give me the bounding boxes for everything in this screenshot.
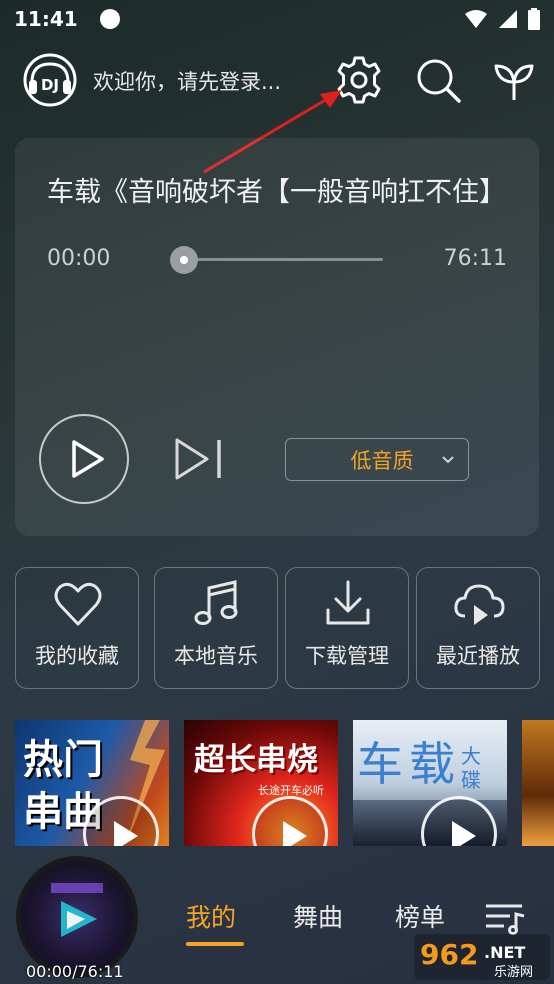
total-time: 76:11 bbox=[443, 246, 507, 271]
favorites-button[interactable]: 我的收藏 bbox=[15, 567, 139, 689]
svg-text:DJ: DJ bbox=[41, 76, 59, 94]
play-button[interactable] bbox=[39, 414, 129, 504]
current-time: 00:00 bbox=[47, 246, 111, 271]
banner-car-disc[interactable]: 车载 大碟 bbox=[353, 720, 507, 846]
cloud-play-icon bbox=[454, 584, 505, 625]
tab-active-underline bbox=[186, 942, 244, 946]
download-icon bbox=[326, 580, 370, 625]
playlist-menu-icon[interactable] bbox=[484, 902, 526, 936]
banner-hot-mix[interactable]: 热门串曲 bbox=[15, 720, 169, 846]
tab-dance[interactable]: 舞曲 bbox=[293, 898, 343, 934]
recent-plays-button[interactable]: 最近播放 bbox=[416, 567, 540, 689]
svg-text:962: 962 bbox=[420, 938, 478, 971]
sprout-icon[interactable] bbox=[488, 54, 540, 106]
tab-mine[interactable]: 我的 bbox=[186, 898, 236, 934]
next-track-icon[interactable] bbox=[173, 436, 225, 482]
local-music-button[interactable]: 本地音乐 bbox=[154, 567, 278, 689]
banner-car-disc-title: 车载 bbox=[357, 737, 461, 791]
svg-text:.NET: .NET bbox=[484, 943, 525, 962]
quality-selector[interactable]: 低音质 bbox=[285, 438, 469, 481]
banner-long-mix-title: 超长串烧 bbox=[194, 742, 318, 778]
banner-car-disc-subtitle: 大碟 bbox=[461, 744, 481, 792]
tab-charts[interactable]: 榜单 bbox=[395, 898, 445, 934]
battery-icon bbox=[528, 8, 540, 30]
seek-thumb[interactable] bbox=[170, 246, 198, 274]
svg-text:乐游网: 乐游网 bbox=[494, 965, 533, 980]
favorites-label: 我的收藏 bbox=[35, 644, 119, 668]
chevron-down-icon bbox=[442, 456, 454, 464]
recent-plays-label: 最近播放 bbox=[436, 644, 520, 668]
banner-carousel: 热门串曲 超长串烧 长途开车必听 车载 大碟 bbox=[0, 720, 554, 846]
downloads-button[interactable]: 下载管理 bbox=[285, 567, 409, 689]
site-watermark-logo: 962 .NET 乐游网 bbox=[414, 934, 550, 980]
status-bar: 11:41 bbox=[0, 0, 554, 38]
dj-avatar-icon[interactable]: DJ bbox=[22, 52, 78, 108]
status-icons bbox=[464, 8, 540, 30]
disc-time: 00:00/76:11 bbox=[26, 962, 124, 981]
now-playing-disc[interactable] bbox=[16, 856, 138, 978]
shortcut-grid: 我的收藏 本地音乐 下载管理 最近播放 bbox=[15, 567, 540, 691]
bottom-bar: 00:00/76:11 我的 舞曲 榜单 962 .NET 乐游网 bbox=[0, 846, 554, 984]
status-time: 11:41 bbox=[14, 7, 78, 31]
seek-bar[interactable] bbox=[183, 258, 383, 261]
notification-dot-icon bbox=[99, 9, 120, 29]
heart-icon bbox=[54, 582, 102, 626]
music-note-icon bbox=[194, 580, 238, 625]
settings-gear-icon[interactable] bbox=[333, 54, 385, 106]
banner-play-icon[interactable] bbox=[252, 796, 328, 846]
quality-label: 低音质 bbox=[350, 448, 414, 473]
player-card: 车载《音响破坏者【一般音响扛不住】 00:00 76:11 低音质 bbox=[15, 138, 539, 536]
disc-art-icon bbox=[51, 883, 103, 937]
banner-long-mix[interactable]: 超长串烧 长途开车必听 bbox=[184, 720, 338, 846]
wifi-icon bbox=[465, 10, 487, 28]
downloads-label: 下载管理 bbox=[305, 644, 389, 668]
track-title: 车载《音响破坏者【一般音响扛不住】 bbox=[47, 177, 506, 208]
top-bar: DJ 欢迎你，请先登录... bbox=[0, 48, 554, 112]
banner-partial[interactable] bbox=[522, 720, 554, 846]
local-music-label: 本地音乐 bbox=[174, 644, 258, 668]
play-icon bbox=[72, 440, 104, 478]
login-prompt[interactable]: 欢迎你，请先登录... bbox=[93, 66, 281, 96]
signal-icon bbox=[499, 10, 517, 28]
search-icon[interactable] bbox=[412, 54, 464, 106]
